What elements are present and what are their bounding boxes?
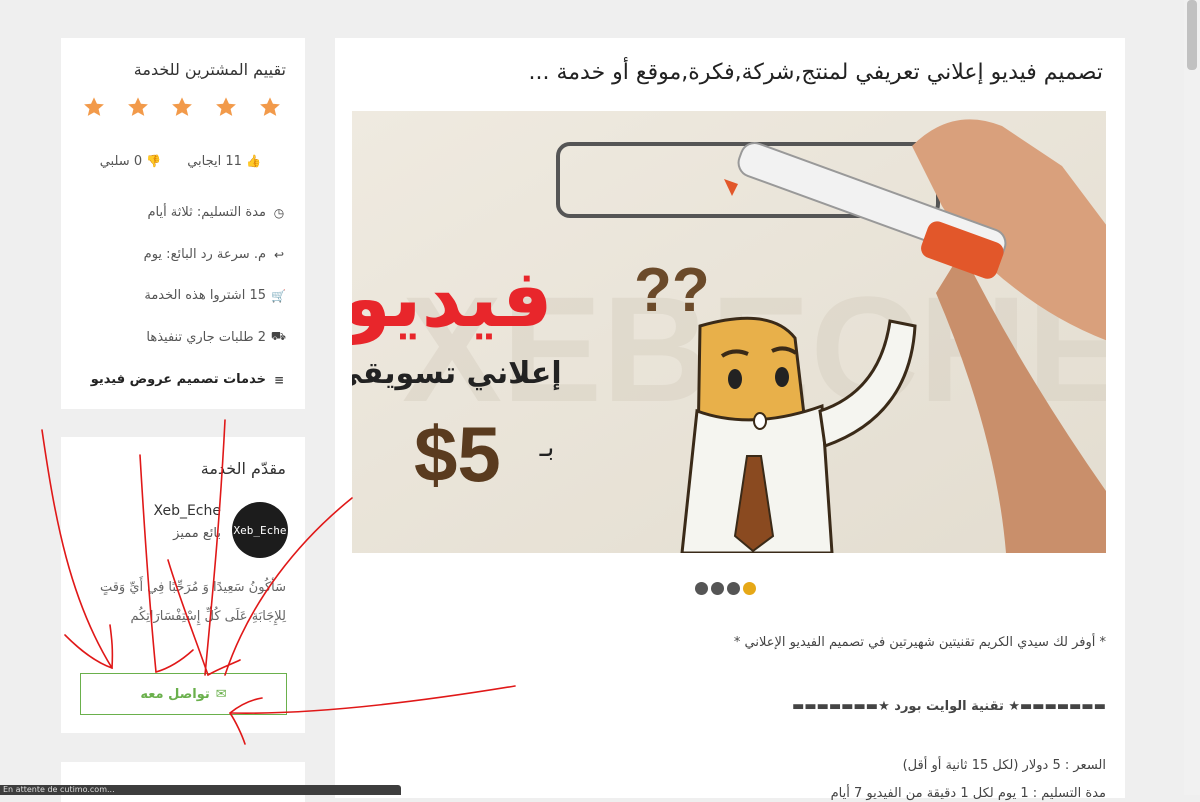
description-line-4: مدة التسليم : 1 يوم لكل 1 دقيقة من الفيد… (830, 786, 1106, 801)
envelope-icon: ✉ (215, 686, 227, 702)
thumbs-down-icon: 👎 (146, 154, 162, 168)
star-icon (172, 97, 192, 116)
description-line-1: * أوفر لك سيدي الكريم تقنيتين شهيرتين في… (733, 635, 1106, 650)
hero-sub-word: إعلاني تسويقي (352, 356, 562, 391)
hero-price-prefix: بـ (539, 433, 555, 463)
hero-question-marks: ?? (634, 256, 710, 325)
category-link[interactable]: ≡ خدمات تصميم عروض فيديو (91, 372, 286, 387)
purchases-row: 🛒 15 اشتروا هذه الخدمة (144, 288, 286, 303)
service-main-card: تصميم فيديو إعلاني تعريفي لمنتج,شركة,فكر… (335, 38, 1125, 801)
clock-icon: ◷ (273, 205, 285, 220)
character-eye-left (728, 369, 742, 389)
delivery-time-label: مدة التسليم: ثلاثة أيام (147, 205, 266, 220)
slider-dot-1[interactable] (695, 582, 708, 595)
contact-seller-button[interactable]: ✉ تواصل معه (80, 673, 287, 715)
character-mouth (753, 412, 767, 430)
cart-icon: 🛒 (271, 288, 286, 303)
hero-big-word: فيديو (352, 252, 553, 346)
truck-icon: ⛟ (270, 329, 286, 343)
positive-votes-label: 11 ايجابي (187, 154, 242, 169)
slider-dot-3[interactable] (727, 582, 740, 595)
seller-bio-line-2: لِلإِجَابَةِ عَلَى كُلِّ إِسْتِفْسَارَات… (130, 609, 286, 624)
star-rating (83, 96, 281, 118)
slider-dots (695, 582, 756, 595)
orders-in-progress-label: 2 طلبات جاري تنفيذها (146, 329, 266, 345)
star-icon (216, 97, 236, 116)
rating-card: تقييم المشترين للخدمة 👍 11 ايجابي 👎 0 سل… (61, 38, 305, 409)
seller-bio-line-1: سَأكُونُ سَعِيدًا وَ مُرَحِّبًا فِي أَيِ… (99, 580, 286, 595)
positive-votes: 👍 11 ايجابي (187, 154, 261, 169)
avatar[interactable]: Xeb_Eche (232, 502, 288, 558)
slider-dot-2[interactable] (711, 582, 724, 595)
description-line-3: السعر : 5 دولار (لكل 15 ثانية أو أقل) (902, 758, 1106, 773)
provider-card: مقدّم الخدمة Xeb_Eche Xeb_Eche بائع مميز… (61, 437, 305, 733)
scrollbar-thumb[interactable] (1187, 0, 1197, 70)
browser-status-bar: En attente de cutimo.com... (0, 785, 401, 795)
next-sidebar-card (61, 762, 305, 802)
slider-dot-4[interactable] (743, 582, 756, 595)
reply-icon: ↩ (273, 247, 285, 262)
category-label: خدمات تصميم عروض فيديو (90, 372, 266, 387)
thumbs-up-icon: 👍 (246, 154, 261, 168)
avatar-text: Xeb_Eche (233, 523, 287, 537)
star-icon (260, 97, 280, 116)
orders-in-progress-row: ⛟ 2 طلبات جاري تنفيذها (146, 329, 286, 345)
list-icon: ≡ (273, 372, 285, 387)
votes-summary: 👍 11 ايجابي 👎 0 سلبي (100, 154, 261, 169)
response-speed-label: م. سرعة رد البائع: يوم (143, 247, 266, 262)
negative-votes-label: 0 سلبي (99, 154, 143, 169)
negative-votes: 👎 0 سلبي (100, 154, 161, 169)
service-hero-image[interactable]: XEBECHE فيديو إعلاني تسويقي بـ $5 ?? (352, 111, 1106, 553)
whiteboard-illustration: XEBECHE فيديو إعلاني تسويقي بـ $5 ?? (352, 111, 1106, 553)
purchases-label: 15 اشتروا هذه الخدمة (144, 288, 266, 303)
character-eye-right (775, 367, 789, 387)
rating-title: تقييم المشترين للخدمة (133, 60, 286, 79)
seller-name[interactable]: Xeb_Eche (154, 503, 222, 519)
seller-level: بائع مميز (173, 526, 221, 541)
description-line-2: ▬▬▬▬▬▬▬★ تقنية الوايت بورد ★▬▬▬▬▬▬▬ (792, 699, 1106, 714)
page-scrollbar[interactable] (1184, 0, 1200, 795)
star-icon (84, 97, 104, 116)
delivery-time-row: ◷ مدة التسليم: ثلاثة أيام (147, 205, 286, 220)
star-icon (128, 97, 148, 116)
service-title: تصميم فيديو إعلاني تعريفي لمنتج,شركة,فكر… (528, 60, 1103, 85)
provider-title: مقدّم الخدمة (200, 459, 286, 478)
contact-seller-label: تواصل معه (140, 686, 210, 702)
hero-price: $5 (414, 410, 501, 498)
response-speed-row: ↩ م. سرعة رد البائع: يوم (144, 247, 286, 262)
